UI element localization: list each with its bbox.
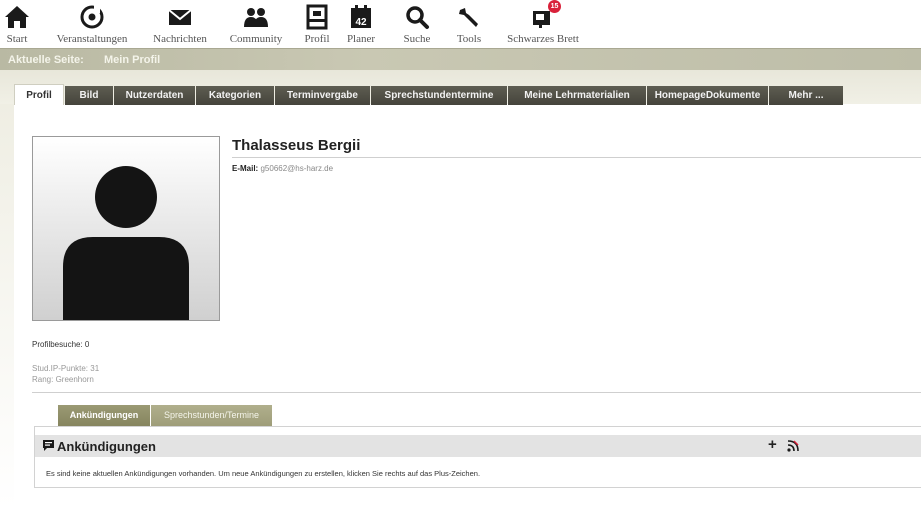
avatar xyxy=(32,136,220,321)
user-placeholder-icon xyxy=(63,166,189,320)
announcement-icon xyxy=(43,440,54,451)
breadcrumb-prefix: Aktuelle Seite: xyxy=(8,54,84,66)
nav-profil-label: Profil xyxy=(304,33,330,45)
nav-planer[interactable]: 42 Planer xyxy=(343,0,379,48)
user-rank: Rang: Greenhorn xyxy=(32,375,94,384)
calendar-icon: 42 xyxy=(348,4,374,30)
nav-profil[interactable]: Profil xyxy=(300,0,334,48)
rss-icon[interactable] xyxy=(787,440,799,452)
sidebar-background xyxy=(0,104,14,508)
section-divider xyxy=(32,392,921,393)
community-icon xyxy=(243,4,269,30)
nav-start-label: Start xyxy=(6,33,28,45)
profile-name: Thalasseus Bergii xyxy=(232,137,361,154)
profile-icon xyxy=(304,4,330,30)
tab-nutzerdaten[interactable]: Nutzerdaten xyxy=(114,86,195,105)
main-navigation: Start Veranstaltungen Nachrichten Commun… xyxy=(0,0,921,48)
announcements-empty-message: Es sind keine aktuellen Ankündigungen vo… xyxy=(46,469,481,478)
tab-meine-lehrmaterialien[interactable]: Meine Lehrmaterialien xyxy=(508,86,646,105)
email-value[interactable]: g50662@hs-harz.de xyxy=(260,164,333,173)
nav-veranstaltungen[interactable]: Veranstaltungen xyxy=(50,0,134,48)
subtab-ankuendigungen[interactable]: Ankündigungen xyxy=(58,405,150,426)
profile-visits: Profilbesuche: 0 xyxy=(32,340,90,349)
breadcrumb: Aktuelle Seite: Mein Profil xyxy=(0,48,921,70)
nav-community[interactable]: Community xyxy=(225,0,287,48)
home-icon xyxy=(4,4,30,30)
notification-badge: 15 xyxy=(548,0,561,13)
nav-schwarzes-brett-label: Schwarzes Brett xyxy=(507,33,579,45)
breadcrumb-current: Mein Profil xyxy=(104,54,161,66)
nav-tools[interactable]: Tools xyxy=(449,0,489,48)
nav-nachrichten[interactable]: Nachrichten xyxy=(145,0,215,48)
mail-icon xyxy=(167,4,193,30)
blackboard-icon: 15 xyxy=(530,0,561,30)
add-announcement-button[interactable]: + xyxy=(768,436,777,453)
tab-homepagedokumente[interactable]: HomepageDokumente xyxy=(647,86,768,105)
nav-schwarzes-brett[interactable]: 15 Schwarzes Brett xyxy=(500,0,586,48)
studip-points: Stud.IP-Punkte: 31 xyxy=(32,364,100,373)
svg-text:42: 42 xyxy=(355,17,367,28)
announcements-panel: Ankündigungen + Es sind keine aktuellen … xyxy=(34,426,921,488)
tab-mehr[interactable]: Mehr ... xyxy=(769,86,843,105)
tab-kategorien[interactable]: Kategorien xyxy=(196,86,274,105)
nav-community-label: Community xyxy=(229,33,283,45)
tab-bild[interactable]: Bild xyxy=(65,86,113,105)
nav-nachrichten-label: Nachrichten xyxy=(153,33,207,45)
subtab-sprechstunden[interactable]: Sprechstunden/Termine xyxy=(151,405,272,426)
seminar-icon xyxy=(79,4,105,30)
email-label: E-Mail: xyxy=(232,164,259,173)
tab-sprechstundentermine[interactable]: Sprechstundentermine xyxy=(371,86,507,105)
nav-planer-label: Planer xyxy=(346,33,376,45)
wrench-icon xyxy=(456,4,482,30)
name-divider xyxy=(232,157,921,158)
tab-terminvergabe[interactable]: Terminvergabe xyxy=(275,86,370,105)
announcements-title: Ankündigungen xyxy=(57,439,156,454)
nav-suche-label: Suche xyxy=(403,33,431,45)
tab-profil[interactable]: Profil xyxy=(14,84,64,105)
announcements-header: Ankündigungen + xyxy=(35,435,921,457)
nav-start[interactable]: Start xyxy=(0,0,34,48)
search-icon xyxy=(404,4,430,30)
nav-suche[interactable]: Suche xyxy=(397,0,437,48)
profile-email: E-Mail: g50662@hs-harz.de xyxy=(232,164,333,173)
nav-veranstaltungen-label: Veranstaltungen xyxy=(56,33,128,45)
nav-tools-label: Tools xyxy=(456,33,482,45)
